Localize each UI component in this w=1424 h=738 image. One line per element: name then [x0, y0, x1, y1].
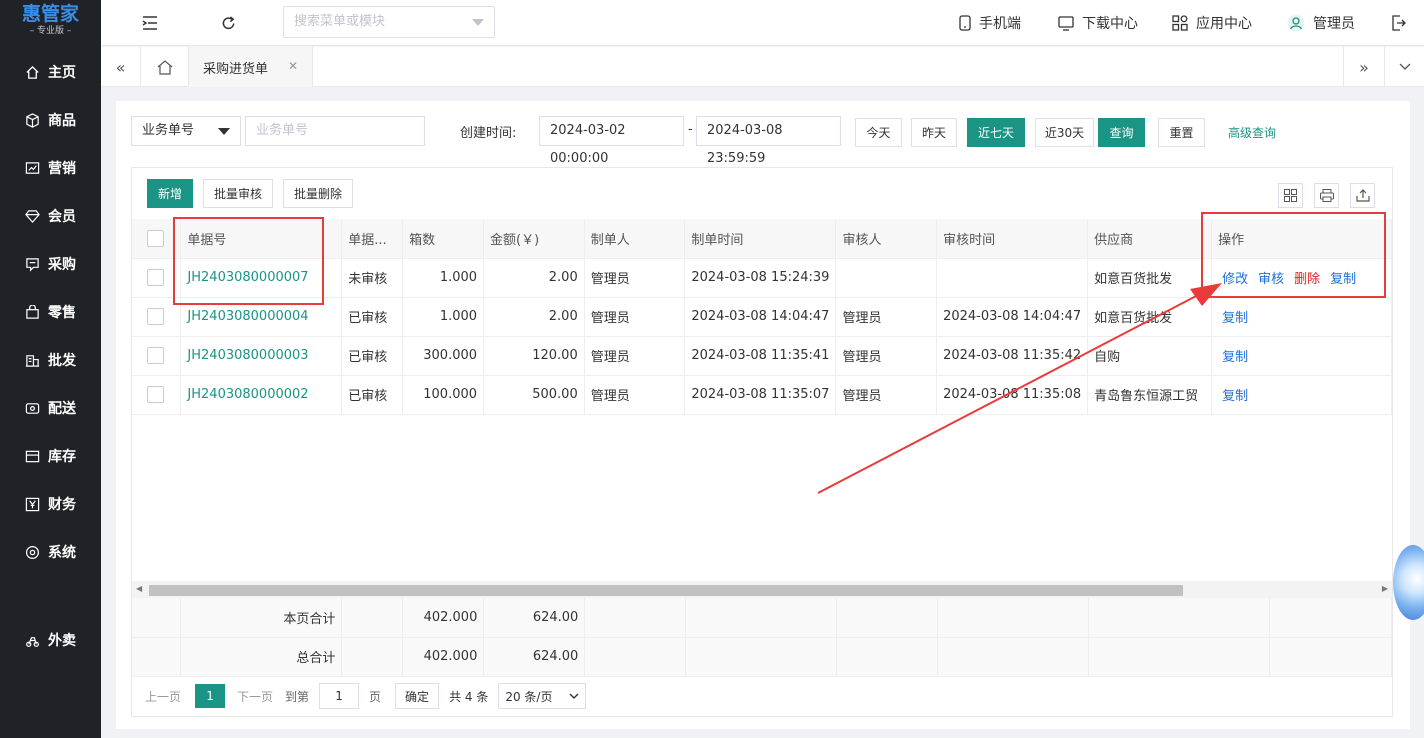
- annotation-arrow: [817, 283, 1222, 494]
